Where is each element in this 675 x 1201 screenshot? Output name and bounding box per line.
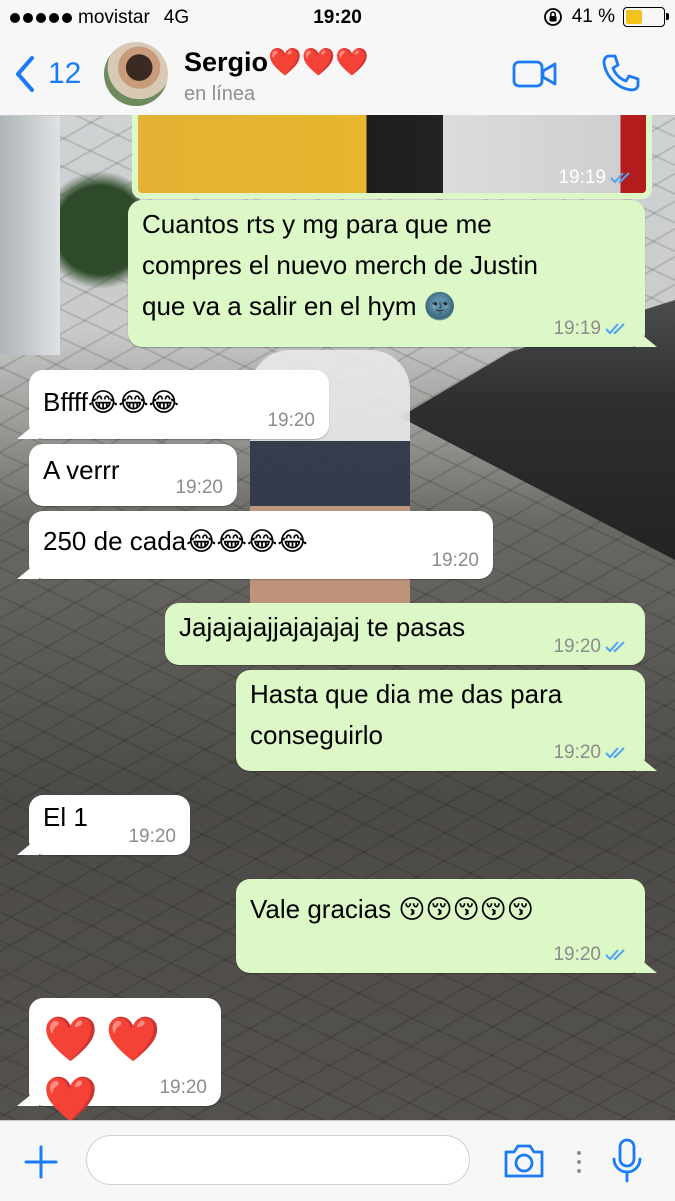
message-time: 19:19: [553, 318, 601, 339]
read-receipt-icon: [605, 949, 625, 961]
message-meta: 19:20: [553, 743, 631, 763]
read-receipt-icon: [605, 641, 625, 653]
status-bar: movistar 4G 19:20 41 %: [0, 0, 675, 36]
message-meta: 19:19: [553, 319, 631, 339]
message-time: 19:20: [175, 477, 223, 498]
battery-percent: 41 %: [571, 6, 615, 27]
message-meta: 19:19: [558, 167, 636, 189]
message-text: Cuantos rts y mg para que me compres el …: [142, 209, 538, 321]
more-options-icon[interactable]: [574, 1149, 584, 1175]
read-receipt-icon: [610, 172, 630, 184]
contact-status: en línea: [184, 83, 256, 105]
message-bubble-incoming[interactable]: Bffff😂😂😂 19:20: [29, 370, 329, 439]
back-button[interactable]: 12: [12, 54, 81, 94]
message-meta: 19:20: [159, 1078, 207, 1098]
message-time: 19:20: [553, 636, 601, 657]
message-text: ❤️❤️❤️: [43, 1015, 169, 1124]
phone-icon[interactable]: [600, 52, 642, 94]
message-meta: 19:20: [553, 637, 631, 657]
message-time: 19:20: [128, 826, 176, 847]
message-text: 250 de cada😂😂😂😂: [43, 526, 308, 556]
read-receipt-icon: [605, 747, 625, 759]
wallpaper-building: [0, 115, 60, 355]
message-bubble-outgoing[interactable]: Jajajajajjajajajaj te pasas 19:20: [165, 603, 645, 665]
message-time: 19:20: [553, 742, 601, 763]
message-time: 19:20: [431, 550, 479, 571]
camera-icon[interactable]: [502, 1143, 546, 1179]
message-meta: 19:20: [175, 478, 223, 498]
contact-avatar[interactable]: [104, 42, 168, 106]
message-time: 19:20: [159, 1077, 207, 1098]
message-bubble-outgoing[interactable]: Cuantos rts y mg para que me compres el …: [128, 200, 645, 347]
read-receipt-icon: [605, 323, 625, 335]
microphone-icon[interactable]: [610, 1137, 644, 1185]
message-time: 19:20: [267, 410, 315, 431]
message-meta: 19:20: [128, 827, 176, 847]
chevron-left-icon: [16, 56, 34, 92]
battery-area: 41 %: [542, 6, 669, 28]
message-bubble-incoming[interactable]: El 1 19:20: [29, 795, 190, 855]
battery-icon: [623, 7, 669, 27]
message-meta: 19:20: [267, 411, 315, 431]
message-time: 19:19: [558, 167, 606, 188]
contact-name[interactable]: Sergio❤️❤️❤️: [184, 46, 369, 78]
message-time: 19:20: [553, 944, 601, 965]
battery-level-fill: [626, 10, 643, 24]
image-message[interactable]: 19:19: [132, 115, 652, 199]
plus-icon[interactable]: [22, 1143, 60, 1181]
message-text: Vale gracias 😚😚😚😚😚: [250, 894, 534, 924]
message-bubble-incoming[interactable]: 250 de cada😂😂😂😂 19:20: [29, 511, 493, 579]
unread-count: 12: [48, 57, 82, 90]
message-composer: [0, 1120, 675, 1201]
message-bubble-incoming[interactable]: A verrr 19:20: [29, 444, 237, 506]
rotation-lock-icon: [543, 8, 562, 26]
message-input[interactable]: [86, 1135, 470, 1185]
chat-header: 12 Sergio❤️❤️❤️ en línea: [0, 36, 675, 116]
video-call-icon[interactable]: [512, 58, 558, 90]
message-bubble-outgoing[interactable]: Hasta que dia me das para conseguirlo 19…: [236, 670, 645, 771]
message-meta: 19:20: [553, 945, 631, 965]
message-meta: 19:20: [431, 551, 479, 571]
message-bubble-incoming[interactable]: ❤️❤️❤️ 19:20: [29, 998, 221, 1124]
message-bubble-outgoing[interactable]: Vale gracias 😚😚😚😚😚 19:20: [236, 879, 645, 973]
